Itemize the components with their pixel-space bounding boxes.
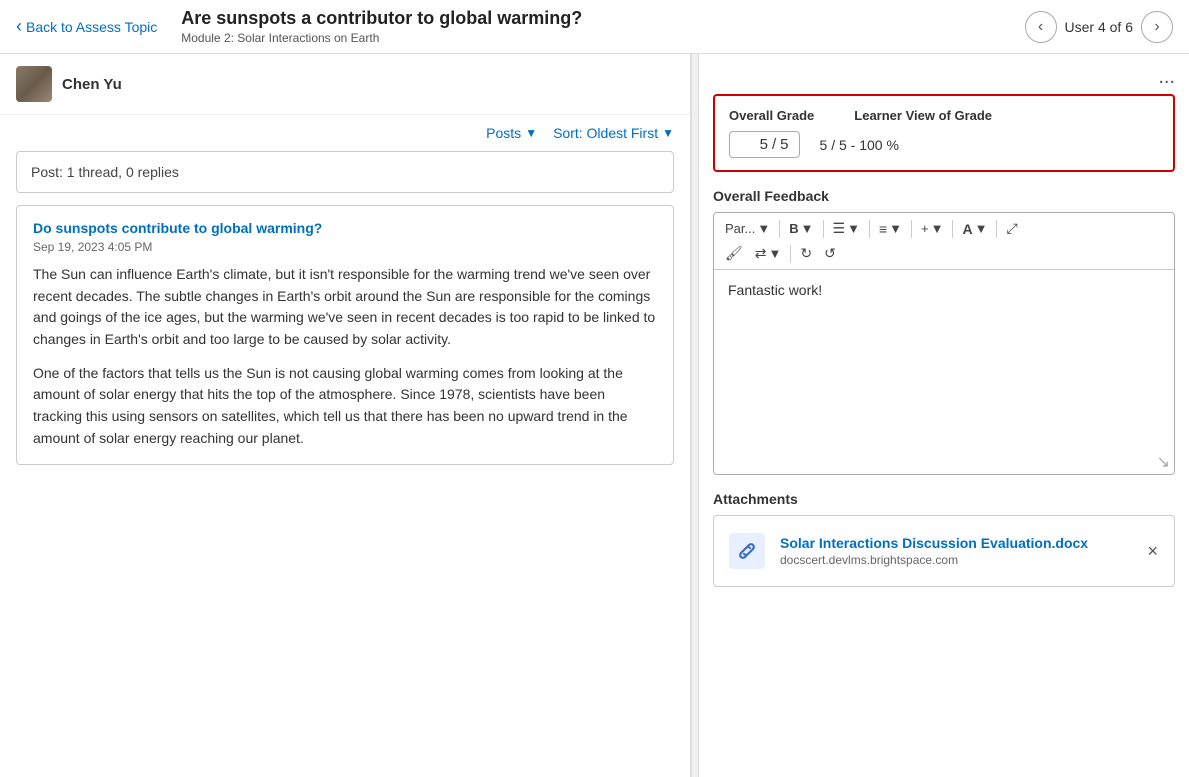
- align-icon: ☰: [833, 220, 846, 237]
- attachment-domain: docscert.devlms.brightspace.com: [780, 553, 1131, 567]
- user-bar: Chen Yu: [0, 54, 690, 115]
- user-count: User 4 of 6: [1065, 19, 1133, 35]
- panel-divider[interactable]: [691, 54, 699, 777]
- chevron-left-icon: ‹: [16, 16, 22, 37]
- grade-values: / 5 5 / 5 - 100 %: [729, 131, 1159, 158]
- posts-label: Posts: [486, 125, 521, 141]
- user-name: Chen Yu: [62, 76, 122, 93]
- post-title[interactable]: Do sunspots contribute to global warming…: [33, 220, 322, 236]
- list-button[interactable]: ≡ ▼: [874, 218, 907, 240]
- font-icon: A: [962, 221, 972, 237]
- bold-chevron-icon: ▼: [801, 221, 814, 236]
- toolbar-separator-1: [779, 220, 780, 238]
- undo-icon: ↻: [800, 245, 812, 262]
- post-paragraph-1: The Sun can influence Earth's climate, b…: [33, 264, 657, 351]
- insert-button[interactable]: + ▼: [916, 218, 948, 239]
- font-button[interactable]: A ▼: [957, 218, 992, 240]
- sort-chevron-icon: ▼: [662, 126, 674, 140]
- post-card: Do sunspots contribute to global warming…: [16, 205, 674, 465]
- grade-section: Overall Grade Learner View of Grade / 5 …: [713, 94, 1175, 172]
- grade-input[interactable]: [740, 136, 768, 153]
- editor-resize-handle[interactable]: ↘: [714, 450, 1174, 474]
- back-to-assess-link[interactable]: ‹ Back to Assess Topic: [16, 16, 157, 37]
- undo-button[interactable]: ↻: [795, 242, 817, 265]
- align-chevron-icon: ▼: [847, 221, 860, 236]
- posts-toolbar: Posts ▼ Sort: Oldest First ▼: [0, 115, 690, 151]
- indent-button[interactable]: ⇄ ▼: [750, 242, 787, 265]
- list-icon: ≡: [879, 221, 887, 237]
- sort-label: Sort: Oldest First: [553, 125, 658, 141]
- editor-toolbar: Par... ▼ B ▼ ☰ ▼ ≡: [714, 213, 1174, 270]
- overall-feedback-label: Overall Feedback: [713, 188, 1175, 204]
- post-date: Sep 19, 2023 4:05 PM: [33, 240, 657, 254]
- post-body: The Sun can influence Earth's climate, b…: [33, 264, 657, 450]
- font-chevron-icon: ▼: [975, 221, 988, 236]
- attachment-info: Solar Interactions Discussion Evaluation…: [780, 535, 1131, 567]
- attachment-card: Solar Interactions Discussion Evaluation…: [713, 515, 1175, 587]
- page-subtitle: Module 2: Solar Interactions on Earth: [181, 31, 1024, 45]
- paint-icon: 🖌: [725, 245, 743, 262]
- paint-button[interactable]: 🖌: [720, 242, 748, 265]
- right-panel: ... Overall Grade Learner View of Grade …: [699, 54, 1189, 777]
- more-options-button[interactable]: ...: [1158, 66, 1175, 89]
- redo-icon: ↺: [824, 245, 836, 262]
- learner-grade: 5 / 5 - 100 %: [820, 137, 899, 153]
- indent-chevron-icon: ▼: [769, 246, 782, 261]
- attachments-label: Attachments: [713, 491, 1175, 507]
- next-user-button[interactable]: ›: [1141, 11, 1173, 43]
- toolbar-separator-3: [869, 220, 870, 238]
- expand-button[interactable]: ⤢: [1001, 217, 1022, 240]
- attachment-name[interactable]: Solar Interactions Discussion Evaluation…: [780, 535, 1131, 551]
- overall-grade-label: Overall Grade: [729, 108, 814, 123]
- editor-toolbar-row-2: 🖌 ⇄ ▼ ↻ ↺: [720, 242, 1168, 265]
- main-layout: Chen Yu Posts ▼ Sort: Oldest First ▼ Pos…: [0, 54, 1189, 777]
- post-summary: Post: 1 thread, 0 replies: [16, 151, 674, 193]
- posts-button[interactable]: Posts ▼: [486, 125, 537, 141]
- header-title-group: Are sunspots a contributor to global war…: [181, 8, 1024, 45]
- insert-label: +: [921, 221, 929, 236]
- feedback-editor: Par... ▼ B ▼ ☰ ▼ ≡: [713, 212, 1175, 475]
- chevron-down-icon: ▼: [525, 126, 537, 140]
- editor-content[interactable]: Fantastic work!: [714, 270, 1174, 450]
- toolbar-separator-4: [911, 220, 912, 238]
- editor-toolbar-row-1: Par... ▼ B ▼ ☰ ▼ ≡: [720, 217, 1168, 240]
- para-chevron-icon: ▼: [757, 221, 770, 236]
- avatar: [16, 66, 52, 102]
- sort-button[interactable]: Sort: Oldest First ▼: [553, 125, 674, 141]
- header: ‹ Back to Assess Topic Are sunspots a co…: [0, 0, 1189, 54]
- bold-button[interactable]: B ▼: [784, 218, 818, 239]
- list-chevron-icon: ▼: [889, 221, 902, 236]
- toolbar-separator-6: [996, 220, 997, 238]
- toolbar-separator-7: [790, 245, 791, 263]
- indent-icon: ⇄: [755, 245, 767, 262]
- editor-text: Fantastic work!: [728, 282, 822, 298]
- paragraph-style-button[interactable]: Par... ▼: [720, 218, 775, 239]
- para-label: Par...: [725, 221, 755, 236]
- avatar-image: [16, 66, 52, 102]
- post-summary-text: Post: 1 thread, 0 replies: [31, 164, 179, 180]
- grade-headers: Overall Grade Learner View of Grade: [729, 108, 1159, 123]
- grade-slash: /: [772, 136, 776, 153]
- attachment-icon: [726, 530, 768, 572]
- toolbar-separator-2: [823, 220, 824, 238]
- learner-view-label: Learner View of Grade: [854, 108, 992, 123]
- bold-label: B: [789, 221, 798, 236]
- user-nav: ‹ User 4 of 6 ›: [1025, 11, 1173, 43]
- grade-max: 5: [780, 136, 788, 153]
- align-button[interactable]: ☰ ▼: [828, 217, 865, 240]
- grade-input-group: / 5: [729, 131, 800, 158]
- link-icon: [729, 533, 765, 569]
- left-panel: Chen Yu Posts ▼ Sort: Oldest First ▼ Pos…: [0, 54, 691, 777]
- prev-user-button[interactable]: ‹: [1025, 11, 1057, 43]
- insert-chevron-icon: ▼: [931, 221, 944, 236]
- post-paragraph-2: One of the factors that tells us the Sun…: [33, 363, 657, 450]
- redo-button[interactable]: ↺: [819, 242, 841, 265]
- attachment-close-button[interactable]: ×: [1143, 541, 1162, 562]
- back-label: Back to Assess Topic: [26, 19, 157, 35]
- page-title: Are sunspots a contributor to global war…: [181, 8, 1024, 29]
- toolbar-separator-5: [952, 220, 953, 238]
- expand-icon: ⤢: [1006, 220, 1017, 237]
